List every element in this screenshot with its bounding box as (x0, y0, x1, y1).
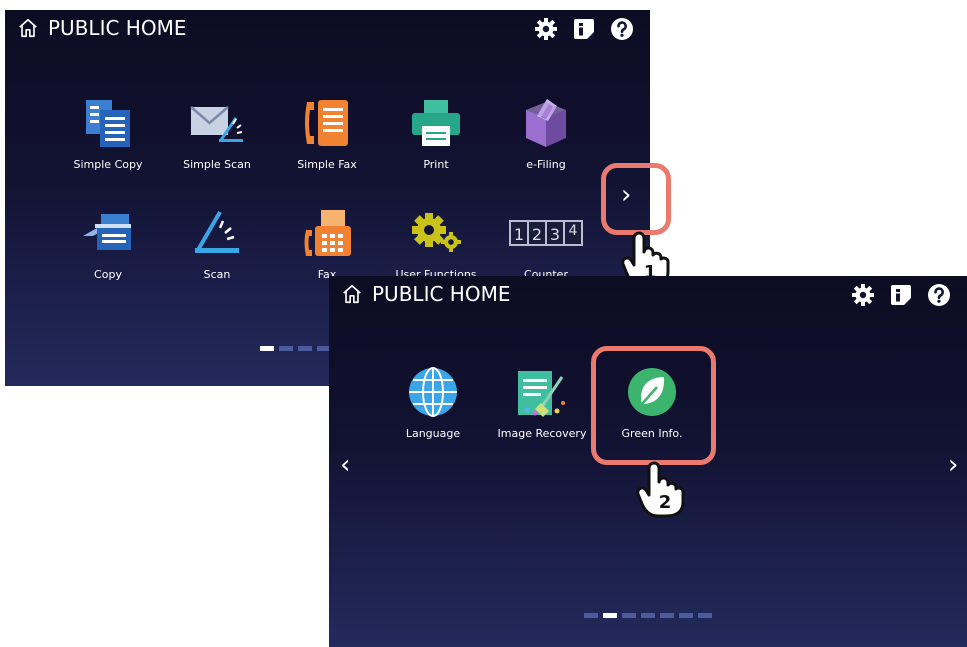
page-dot[interactable] (622, 613, 636, 618)
info-icon[interactable] (572, 17, 596, 41)
page-dot-active[interactable] (260, 346, 274, 351)
header-bar: PUBLIC HOME (5, 10, 650, 48)
prev-page-arrow[interactable]: ‹ (340, 452, 350, 478)
next-page-arrow[interactable]: › (948, 452, 958, 478)
e-filing-icon (526, 99, 566, 147)
print-icon (412, 100, 460, 146)
page-dot[interactable] (298, 346, 312, 351)
app-copy[interactable]: Copy (54, 206, 162, 283)
highlight-green-info (591, 346, 716, 465)
page-dot[interactable] (660, 613, 674, 618)
app-simple-copy[interactable]: Simple Copy (54, 96, 162, 173)
user-functions-icon (412, 213, 461, 252)
home-title[interactable]: PUBLIC HOME (341, 282, 510, 306)
page-dot[interactable] (641, 613, 655, 618)
app-language[interactable]: Language (379, 365, 487, 442)
simple-scan-icon (190, 106, 243, 142)
app-label: Simple Fax (297, 158, 357, 171)
gear-icon[interactable] (534, 17, 558, 41)
tap-hand-icon-2: 2 (635, 460, 685, 518)
app-simple-fax[interactable]: Simple Fax (273, 96, 381, 173)
app-image-recovery[interactable]: Image Recovery (488, 365, 596, 442)
app-user-functions[interactable]: User Functions (382, 206, 490, 283)
page-dot[interactable] (698, 613, 712, 618)
page-dot-active[interactable] (603, 613, 617, 618)
app-label: Scan (203, 268, 231, 281)
app-label: Simple Copy (73, 158, 143, 171)
app-label: Print (423, 158, 449, 171)
header-bar: PUBLIC HOME (329, 276, 967, 314)
page-indicator (260, 346, 331, 351)
app-fax[interactable]: Fax (273, 206, 381, 283)
app-simple-scan[interactable]: Simple Scan (163, 96, 271, 173)
app-label: e-Filing (526, 158, 566, 171)
page-title: PUBLIC HOME (372, 282, 511, 306)
fax-icon (304, 210, 351, 256)
counter-digit: 3 (550, 225, 560, 244)
copy-icon (83, 214, 131, 250)
highlight-next-arrow (601, 163, 671, 235)
header-icons (851, 283, 951, 307)
counter-digit: 4 (569, 223, 578, 239)
counter-icon: 1 2 3 4 (509, 220, 583, 246)
gear-icon[interactable] (851, 283, 875, 307)
header-icons (534, 17, 634, 41)
app-counter[interactable]: 1 2 3 4 Counter (492, 206, 600, 283)
page-dot[interactable] (584, 613, 598, 618)
counter-digit: 2 (532, 225, 542, 244)
simple-fax-icon (305, 100, 348, 146)
home-title[interactable]: PUBLIC HOME (17, 16, 186, 40)
app-scan[interactable]: Scan (163, 206, 271, 283)
page-dot[interactable] (679, 613, 693, 618)
help-icon[interactable] (927, 283, 951, 307)
help-icon[interactable] (610, 17, 634, 41)
image-recovery-icon (518, 371, 565, 417)
page-dot[interactable] (279, 346, 293, 351)
home-icon (17, 17, 39, 39)
scan-icon (195, 210, 239, 253)
info-icon[interactable] (889, 283, 913, 307)
page-title: PUBLIC HOME (48, 16, 187, 40)
app-label: Image Recovery (497, 427, 587, 440)
globe-icon (409, 367, 457, 417)
app-label: Language (405, 427, 461, 440)
step-number: 2 (659, 492, 672, 513)
page-indicator (584, 613, 712, 618)
app-label: Simple Scan (183, 158, 251, 171)
simple-copy-icon (86, 100, 130, 147)
home-icon (341, 283, 363, 305)
counter-digit: 1 (514, 225, 524, 244)
app-print[interactable]: Print (382, 96, 490, 173)
app-label: Copy (94, 268, 122, 281)
app-e-filing[interactable]: e-Filing (492, 96, 600, 173)
